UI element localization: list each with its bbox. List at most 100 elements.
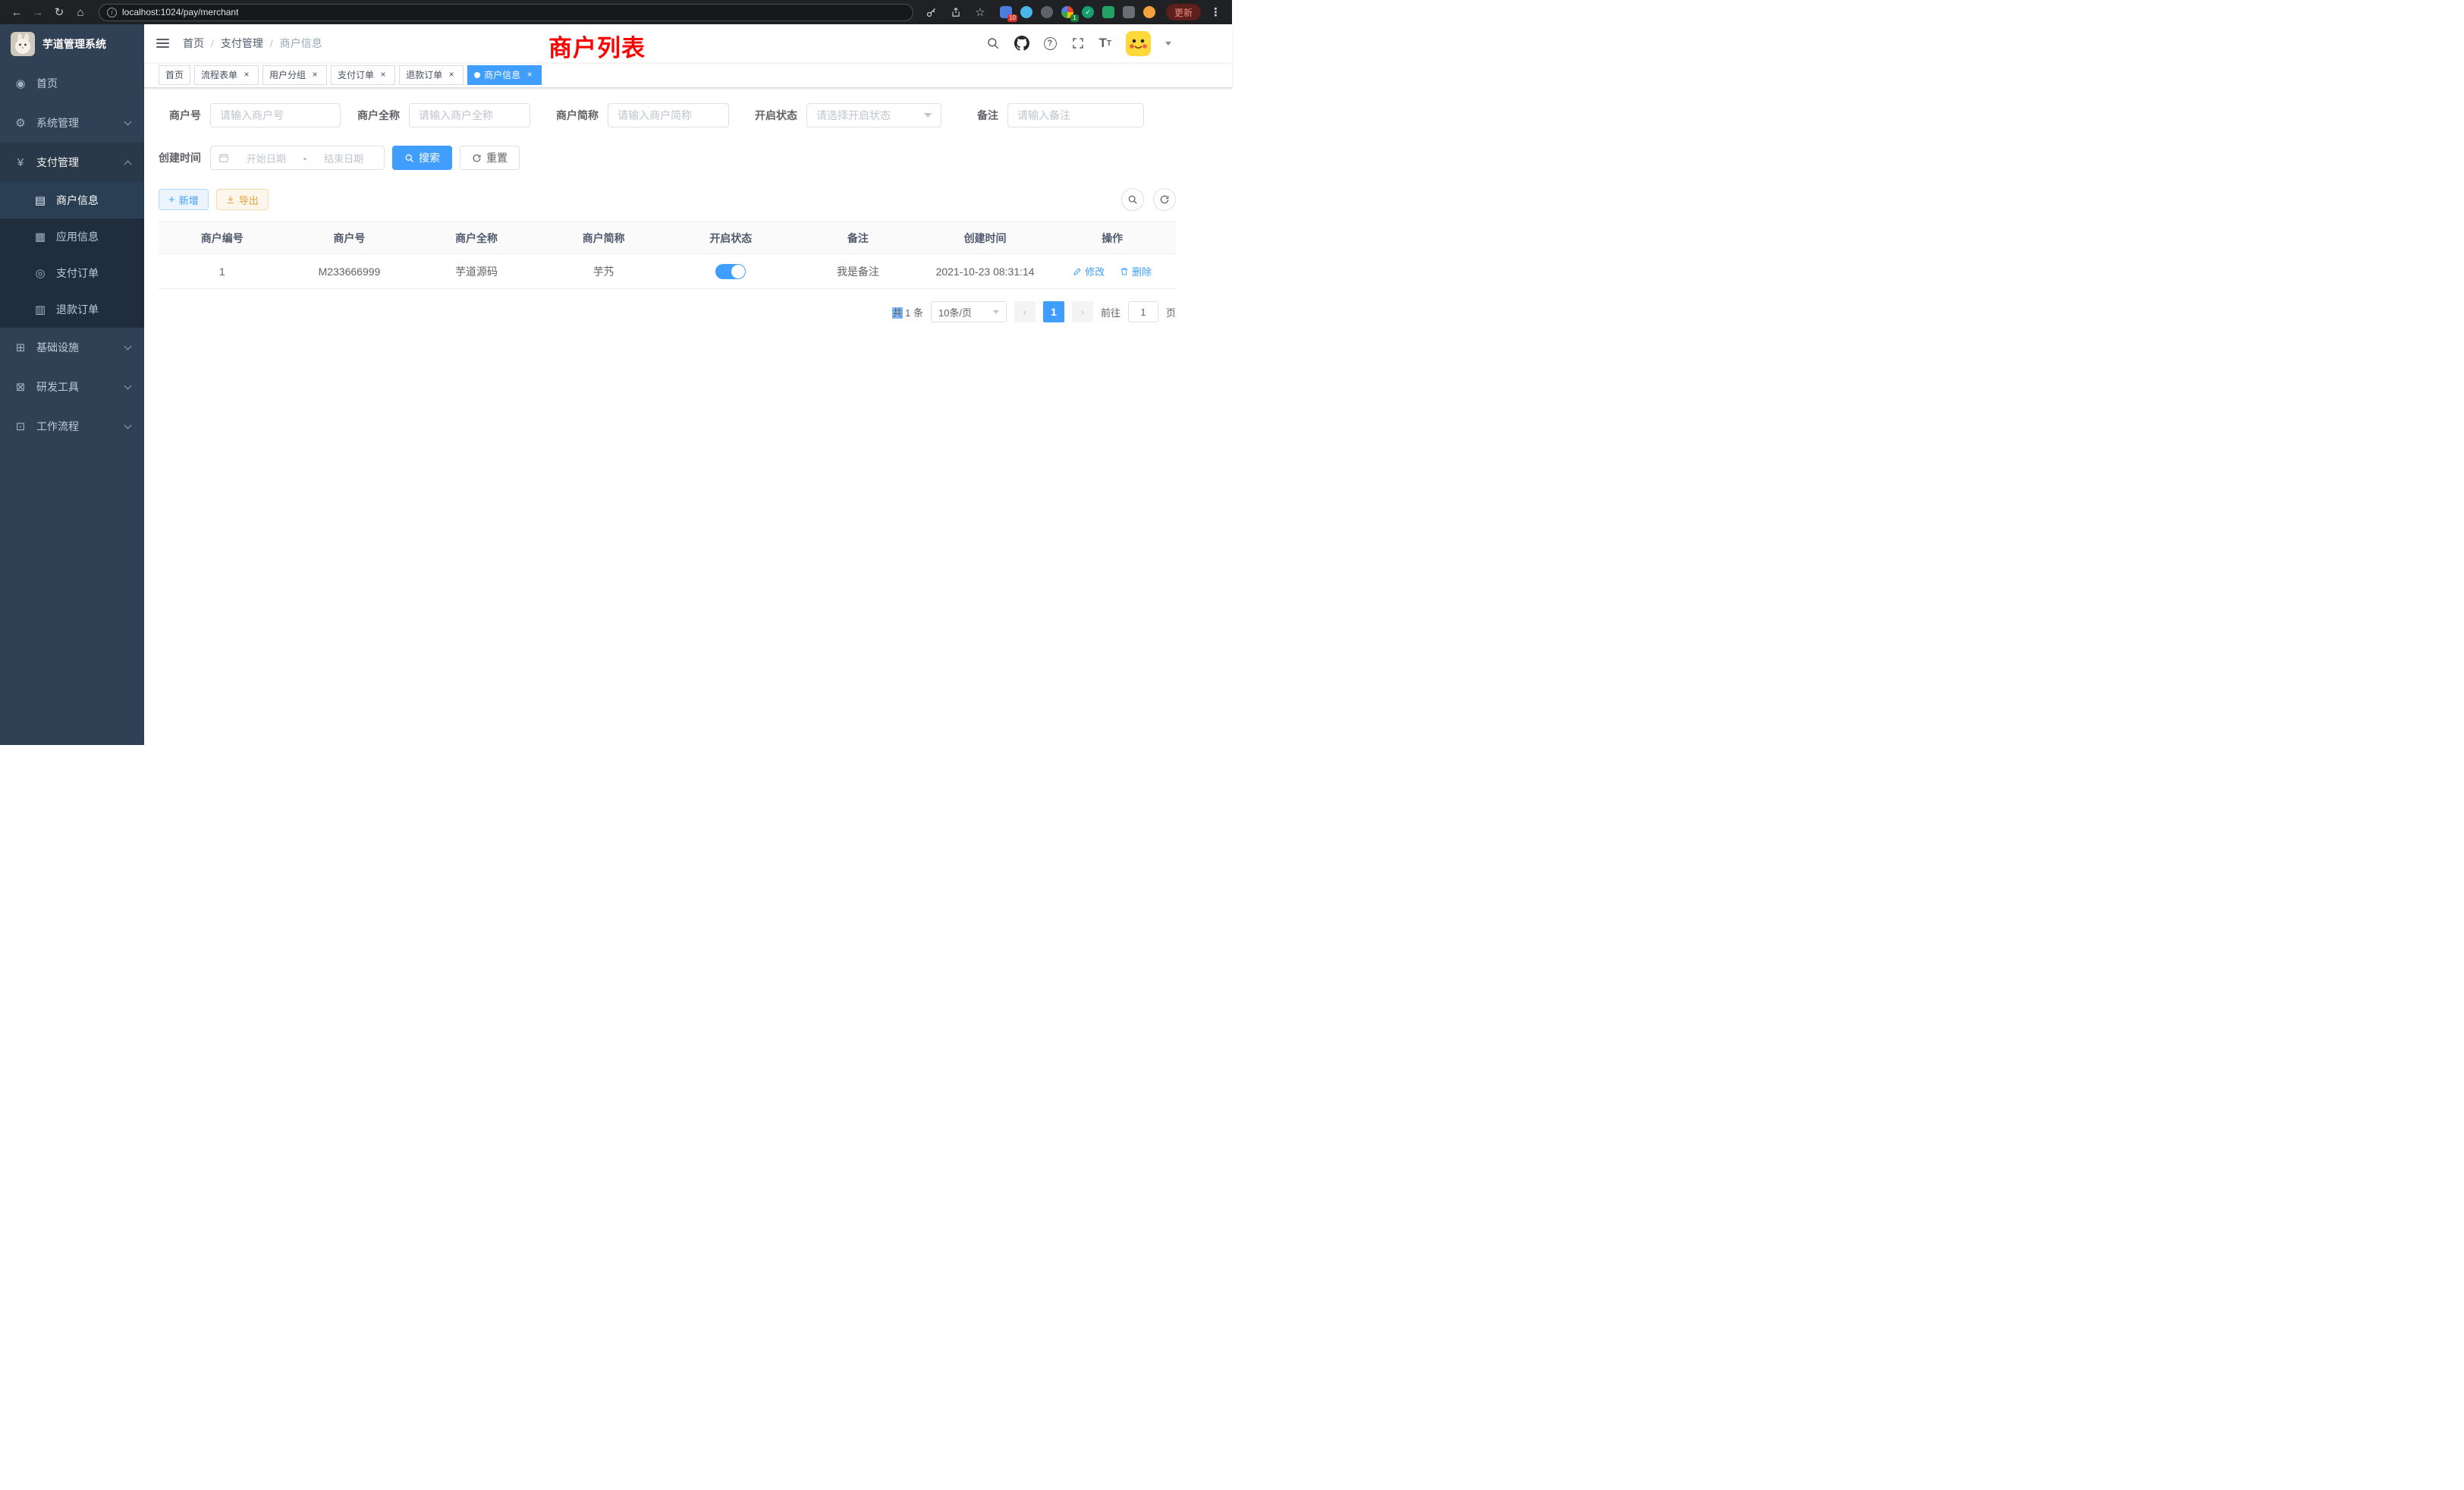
column-remark[interactable]: 备注 (794, 222, 922, 254)
filter-create-time: 创建时间 开始日期 - 结束日期 (159, 146, 385, 170)
hamburger-button[interactable] (144, 36, 181, 50)
next-page-button[interactable]: › (1072, 301, 1093, 322)
app-grid-icon: ▦ (33, 230, 47, 244)
sidebar-item-workflow[interactable]: ⊡ 工作流程 (0, 407, 144, 446)
goto-page-input[interactable] (1128, 301, 1158, 322)
merchant-no-label: 商户号 (159, 108, 210, 123)
back-button[interactable]: ← (8, 3, 26, 21)
total-highlight: 共 (892, 307, 902, 319)
site-info-icon[interactable]: i (107, 8, 117, 17)
status-select[interactable]: 请选择开启状态 (806, 103, 941, 127)
fullscreen-icon[interactable] (1071, 36, 1085, 50)
sidebar-item-system[interactable]: ⚙ 系统管理 (0, 103, 144, 143)
column-status[interactable]: 开启状态 (668, 222, 795, 254)
address-bar[interactable]: i localhost:1024/pay/merchant (99, 4, 913, 21)
column-merchant-id[interactable]: 商户编号 (159, 222, 286, 254)
status-toggle[interactable] (715, 264, 746, 279)
browser-menu-icon[interactable]: ⋮ (1207, 5, 1224, 19)
tab-process-form[interactable]: 流程表单 × (194, 65, 259, 85)
short-name-input[interactable] (608, 103, 729, 127)
browser-chrome: ← → ↻ ⌂ i localhost:1024/pay/merchant ☆ … (0, 0, 1232, 24)
sidebar-item-payment[interactable]: ¥ 支付管理 (0, 143, 144, 182)
remark-input[interactable] (1007, 103, 1144, 127)
breadcrumb-home[interactable]: 首页 (183, 36, 204, 51)
delete-button[interactable]: 删除 (1120, 264, 1152, 278)
close-icon[interactable]: × (446, 70, 457, 80)
reload-button[interactable]: ↻ (50, 3, 68, 21)
github-icon[interactable] (1014, 36, 1029, 51)
close-icon[interactable]: × (310, 70, 320, 80)
tab-home[interactable]: 首页 (159, 65, 190, 85)
column-create-time[interactable]: 创建时间 (922, 222, 1049, 254)
home-button[interactable]: ⌂ (71, 3, 90, 21)
sidebar-item-pay-order[interactable]: ◎ 支付订单 (0, 255, 144, 291)
full-name-input[interactable] (409, 103, 530, 127)
password-key-icon[interactable] (922, 3, 941, 21)
refresh-table-button[interactable] (1153, 188, 1176, 211)
extension-icon-notes[interactable] (1101, 5, 1116, 20)
calendar-icon (218, 152, 229, 163)
date-end-placeholder: 结束日期 (311, 151, 376, 165)
sidebar-item-app-info[interactable]: ▦ 应用信息 (0, 218, 144, 255)
tab-user-group[interactable]: 用户分组 × (262, 65, 327, 85)
filter-form-row-2: 创建时间 开始日期 - 结束日期 搜索 (159, 146, 1176, 170)
date-range-picker[interactable]: 开始日期 - 结束日期 (210, 146, 385, 170)
tab-merchant-info[interactable]: 商户信息 × (467, 65, 542, 85)
extension-icon-dark[interactable] (1039, 5, 1054, 20)
cell-merchant-no: M233666999 (286, 254, 413, 289)
user-avatar[interactable] (1126, 31, 1151, 56)
column-full-name[interactable]: 商户全称 (413, 222, 540, 254)
close-icon[interactable]: × (524, 70, 535, 80)
tags-view-bar: 首页 流程表单 × 用户分组 × 支付订单 × 退款订单 × 商户信息 × (144, 62, 1232, 88)
prev-page-button[interactable]: ‹ (1014, 301, 1036, 322)
extension-icon-check[interactable]: ✓ (1080, 5, 1095, 20)
close-icon[interactable]: × (241, 70, 252, 80)
extension-icon-colorful[interactable]: 1 (1060, 5, 1075, 20)
extensions-cluster: 10 1 ✓ (998, 5, 1157, 20)
table-header-row: 商户编号 商户号 商户全称 商户简称 开启状态 备注 创建时间 操作 (159, 222, 1176, 254)
sidebar-item-refund-order[interactable]: ▥ 退款订单 (0, 291, 144, 328)
reset-button[interactable]: 重置 (460, 146, 520, 170)
breadcrumb-separator: / (270, 37, 273, 49)
filter-status: 开启状态 请选择开启状态 (755, 103, 941, 127)
page-size-select[interactable]: 10条/页 (931, 301, 1007, 322)
edit-button[interactable]: 修改 (1073, 264, 1105, 278)
app-logo[interactable]: 芋道管理系统 (0, 24, 144, 64)
export-button[interactable]: 导出 (216, 189, 269, 210)
forward-button[interactable]: → (29, 3, 47, 21)
share-icon[interactable] (947, 3, 965, 21)
breadcrumb-payment[interactable]: 支付管理 (221, 36, 263, 51)
close-icon[interactable]: × (378, 70, 388, 80)
date-separator: - (303, 152, 306, 164)
sidebar-menu: ◉ 首页 ⚙ 系统管理 ¥ 支付管理 ▤ 商户信息 ▦ 应用信息 (0, 64, 144, 446)
extension-icon-avatar[interactable] (1142, 5, 1157, 20)
column-short-name[interactable]: 商户简称 (540, 222, 668, 254)
add-button[interactable]: + 新增 (159, 189, 209, 210)
column-actions[interactable]: 操作 (1048, 222, 1176, 254)
tab-pay-order[interactable]: 支付订单 × (331, 65, 395, 85)
bookmark-star-icon[interactable]: ☆ (971, 3, 989, 21)
font-size-icon[interactable]: TT (1099, 36, 1112, 51)
top-navbar: 首页 / 支付管理 / 商户信息 商户列表 ? (144, 24, 1232, 62)
tab-refund-order[interactable]: 退款订单 × (399, 65, 464, 85)
sidebar-item-home[interactable]: ◉ 首页 (0, 64, 144, 103)
logo-avatar-image (11, 32, 35, 56)
extension-icon-blue[interactable]: 10 (998, 5, 1014, 20)
help-icon[interactable]: ? (1044, 37, 1057, 50)
page-1-button[interactable]: 1 (1043, 301, 1064, 322)
sidebar-item-devtools[interactable]: ⊠ 研发工具 (0, 367, 144, 407)
caret-down-icon[interactable] (1165, 42, 1171, 46)
column-merchant-no[interactable]: 商户号 (286, 222, 413, 254)
navbar-actions: ? TT (986, 31, 1233, 56)
search-icon[interactable] (986, 36, 1000, 50)
extension-glyph (1020, 6, 1032, 18)
merchant-no-input[interactable] (210, 103, 341, 127)
sidebar-item-infrastructure[interactable]: ⊞ 基础设施 (0, 328, 144, 367)
extension-icon-drop[interactable] (1019, 5, 1034, 20)
sidebar-item-merchant-info[interactable]: ▤ 商户信息 (0, 182, 144, 218)
chevron-down-icon (924, 113, 932, 118)
browser-update-button[interactable]: 更新 (1166, 4, 1201, 20)
toggle-search-button[interactable] (1121, 188, 1144, 211)
extension-icon-puzzle[interactable] (1121, 5, 1136, 20)
search-button[interactable]: 搜索 (392, 146, 452, 170)
